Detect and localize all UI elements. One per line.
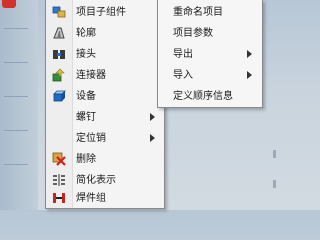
menu-item-joint[interactable]: 接头 xyxy=(46,44,164,65)
menu-item-label: 定位销 xyxy=(76,133,106,144)
ruler-tick xyxy=(4,28,28,29)
workspace-mark xyxy=(273,180,276,188)
menu-item-label: 轮廓 xyxy=(76,28,96,39)
menu-item-device[interactable]: 设备 xyxy=(46,86,164,107)
menu-item-connector[interactable]: 连接器 xyxy=(46,65,164,86)
submenu-item-export[interactable]: 导出 xyxy=(158,44,262,65)
joint-icon xyxy=(52,47,66,61)
menu-item-label: 连接器 xyxy=(76,70,106,81)
workspace-mark xyxy=(273,150,276,158)
subassembly-icon xyxy=(52,5,66,19)
menu-item-delete[interactable]: 删除 xyxy=(46,149,164,170)
ruler-tick xyxy=(4,130,28,131)
submenu-arrow-icon xyxy=(247,71,252,79)
submenu-item-label: 导入 xyxy=(173,70,193,81)
ruler-tick xyxy=(4,164,28,165)
context-menu: 项目子组件 轮廓 接头 连接器 设备 螺钉 定位销 删除 简化表示 焊件组 xyxy=(45,0,165,209)
menu-item-label: 删除 xyxy=(76,154,96,165)
menu-item-profile[interactable]: 轮廓 xyxy=(46,23,164,44)
submenu-arrow-icon xyxy=(150,134,155,142)
submenu-arrow-icon xyxy=(247,50,252,58)
connector-icon xyxy=(52,68,66,82)
side-toolbar-panel xyxy=(0,0,38,210)
simplified-representation-icon xyxy=(52,173,66,187)
menu-item-label: 项目子组件 xyxy=(76,7,126,18)
profile-icon xyxy=(52,26,66,40)
submenu-item-rename-project[interactable]: 重命名项目 xyxy=(158,2,262,23)
submenu: 重命名项目 项目参数 导出 导入 定义顺序信息 xyxy=(157,0,263,108)
menu-item-weldment-group[interactable]: 焊件组 xyxy=(46,188,164,209)
submenu-item-define-sequence-info[interactable]: 定义顺序信息 xyxy=(158,86,262,107)
menu-item-label: 接头 xyxy=(76,49,96,60)
menu-item-label: 简化表示 xyxy=(76,175,116,186)
menu-item-label: 螺钉 xyxy=(76,112,96,123)
submenu-item-label: 定义顺序信息 xyxy=(173,91,233,102)
menu-item-dowel-pin[interactable]: 定位销 xyxy=(46,128,164,149)
toolbar-corner-mark xyxy=(2,0,16,8)
submenu-item-label: 重命名项目 xyxy=(173,7,223,18)
submenu-item-label: 项目参数 xyxy=(173,28,213,39)
submenu-arrow-icon xyxy=(150,113,155,121)
submenu-item-import[interactable]: 导入 xyxy=(158,65,262,86)
submenu-item-project-parameters[interactable]: 项目参数 xyxy=(158,23,262,44)
menu-item-label: 焊件组 xyxy=(76,193,106,204)
submenu-item-label: 导出 xyxy=(173,49,193,60)
menu-item-label: 设备 xyxy=(76,91,96,102)
delete-icon xyxy=(52,152,66,166)
menu-item-screw[interactable]: 螺钉 xyxy=(46,107,164,128)
weldment-group-icon xyxy=(52,191,66,205)
ruler-tick xyxy=(4,62,28,63)
ruler-tick xyxy=(4,96,28,97)
device-icon xyxy=(52,89,66,103)
menu-item-subassembly[interactable]: 项目子组件 xyxy=(46,2,164,23)
